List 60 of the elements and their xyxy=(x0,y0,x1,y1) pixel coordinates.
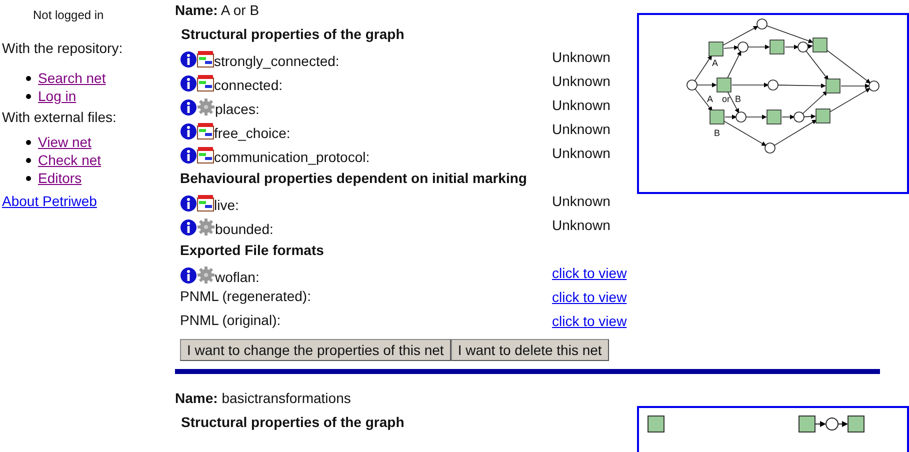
bullet-icon xyxy=(26,140,31,144)
action-button[interactable]: I want to delete this net xyxy=(450,339,609,361)
property-value: Unknown xyxy=(552,72,610,91)
bullet-icon xyxy=(26,94,31,98)
diagram-label: or xyxy=(722,94,730,104)
property-label: bounded: xyxy=(215,220,274,239)
chart-icon[interactable] xyxy=(197,123,214,140)
property-label: PNML (regenerated): xyxy=(180,287,311,305)
property-value: Unknown xyxy=(552,144,610,163)
bullet-icon xyxy=(26,158,31,162)
net-name: Name: basictransformations xyxy=(175,389,352,408)
info-icon[interactable] xyxy=(180,267,197,284)
sidebar-link[interactable]: Log in xyxy=(38,87,76,105)
property-label: free_choice: xyxy=(214,124,290,143)
property-label: connected: xyxy=(214,76,282,95)
property-label: PNML (original): xyxy=(180,311,281,329)
info-icon[interactable] xyxy=(180,195,197,212)
login-status: Not logged in xyxy=(33,7,104,24)
property-label: woflan: xyxy=(215,268,260,287)
group-heading: Behavioural properties dependent on initial marking xyxy=(180,169,528,188)
chart-icon[interactable] xyxy=(197,75,214,92)
sidebar-link[interactable]: View net xyxy=(38,133,92,151)
property-value: Unknown xyxy=(552,48,610,67)
diagram-label: A xyxy=(712,58,718,68)
sidebar-link[interactable]: Editors xyxy=(38,169,82,187)
info-icon[interactable] xyxy=(180,99,197,116)
info-icon[interactable] xyxy=(180,123,197,140)
bullet-icon xyxy=(26,176,31,180)
view-link[interactable]: click to view xyxy=(552,263,627,284)
info-icon[interactable] xyxy=(180,51,197,68)
property-label: strongly_connected: xyxy=(214,52,340,71)
property-label: places: xyxy=(215,100,260,119)
sidebar-link[interactable]: Check net xyxy=(38,151,102,169)
info-icon[interactable] xyxy=(180,147,197,164)
property-value: Unknown xyxy=(552,216,610,235)
chart-icon[interactable] xyxy=(197,147,214,164)
property-value: Unknown xyxy=(552,96,610,115)
diagram-label: B xyxy=(735,94,741,104)
property-value: Unknown xyxy=(552,120,610,139)
info-icon[interactable] xyxy=(180,219,197,236)
group-heading: Structural properties of the graph xyxy=(181,413,406,432)
property-label: live: xyxy=(214,196,239,215)
property-label: communication_protocol: xyxy=(214,148,370,167)
net-name: Name: A or B xyxy=(175,1,260,20)
diagram-label: B xyxy=(714,128,720,138)
bullet-icon xyxy=(26,76,31,80)
action-button[interactable]: I want to change the properties of this net xyxy=(180,339,451,361)
sidebar-link[interactable]: Search net xyxy=(38,69,106,87)
chart-icon[interactable] xyxy=(197,195,214,212)
chart-icon[interactable] xyxy=(197,51,214,68)
section-title: With the repository: xyxy=(2,39,124,58)
diagram-label: A xyxy=(707,94,713,104)
info-icon[interactable] xyxy=(180,75,197,92)
group-heading: Exported File formats xyxy=(180,241,325,260)
property-value: Unknown xyxy=(552,192,610,211)
view-link[interactable]: click to view xyxy=(552,287,627,308)
view-link[interactable]: click to view xyxy=(552,311,627,332)
group-heading: Structural properties of the graph xyxy=(181,25,406,44)
about-link[interactable]: About Petriweb xyxy=(2,191,97,212)
section-title: With external files: xyxy=(2,108,118,127)
